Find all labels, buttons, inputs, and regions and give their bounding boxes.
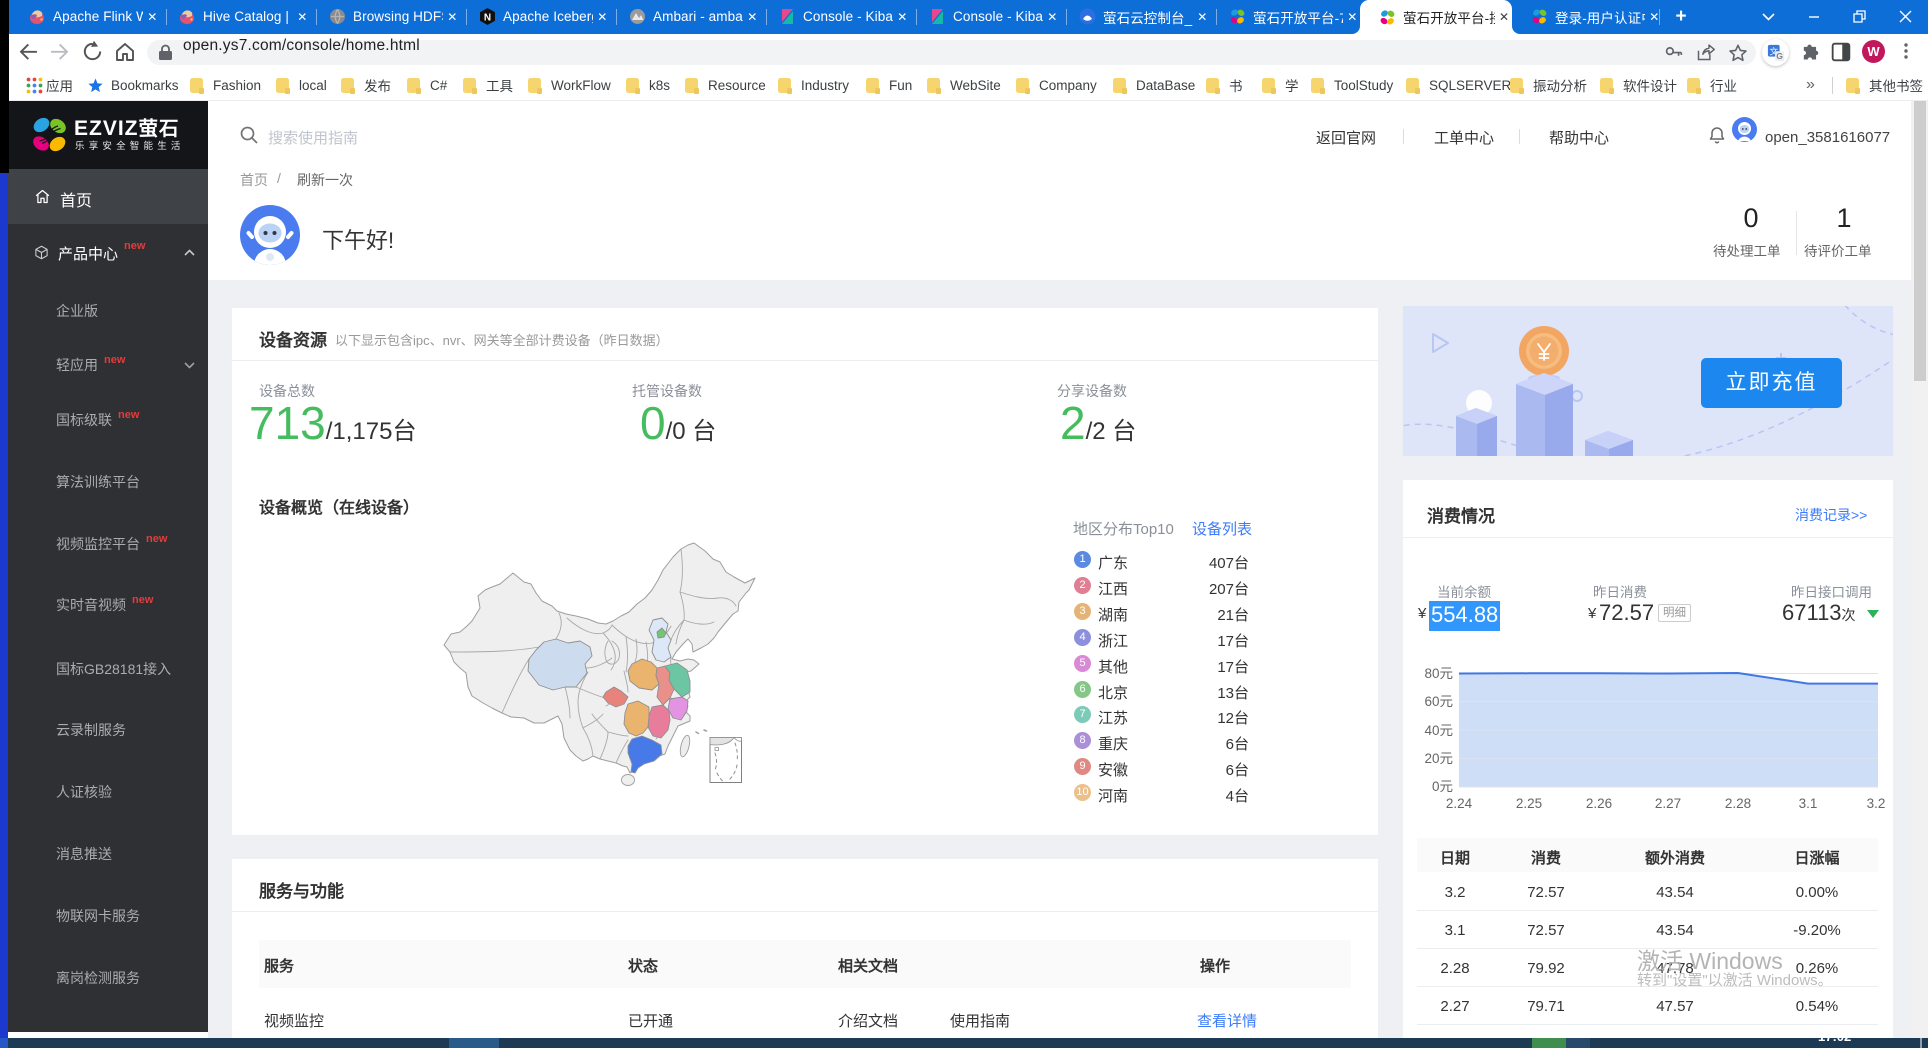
svg-text:2.27: 2.27 [1655, 796, 1681, 811]
svg-text:0元: 0元 [1432, 779, 1453, 794]
svg-text:40元: 40元 [1424, 723, 1453, 738]
svg-text:2.26: 2.26 [1586, 796, 1612, 811]
svg-text:20元: 20元 [1424, 751, 1453, 766]
svg-text:2.24: 2.24 [1446, 796, 1473, 811]
svg-text:3.2: 3.2 [1867, 796, 1886, 811]
svg-text:G: G [1776, 51, 1783, 61]
svg-text:60元: 60元 [1424, 694, 1453, 709]
svg-text:2.25: 2.25 [1516, 796, 1542, 811]
svg-text:80元: 80元 [1424, 666, 1453, 681]
svg-text:2.28: 2.28 [1725, 796, 1751, 811]
svg-text:3.1: 3.1 [1799, 796, 1818, 811]
